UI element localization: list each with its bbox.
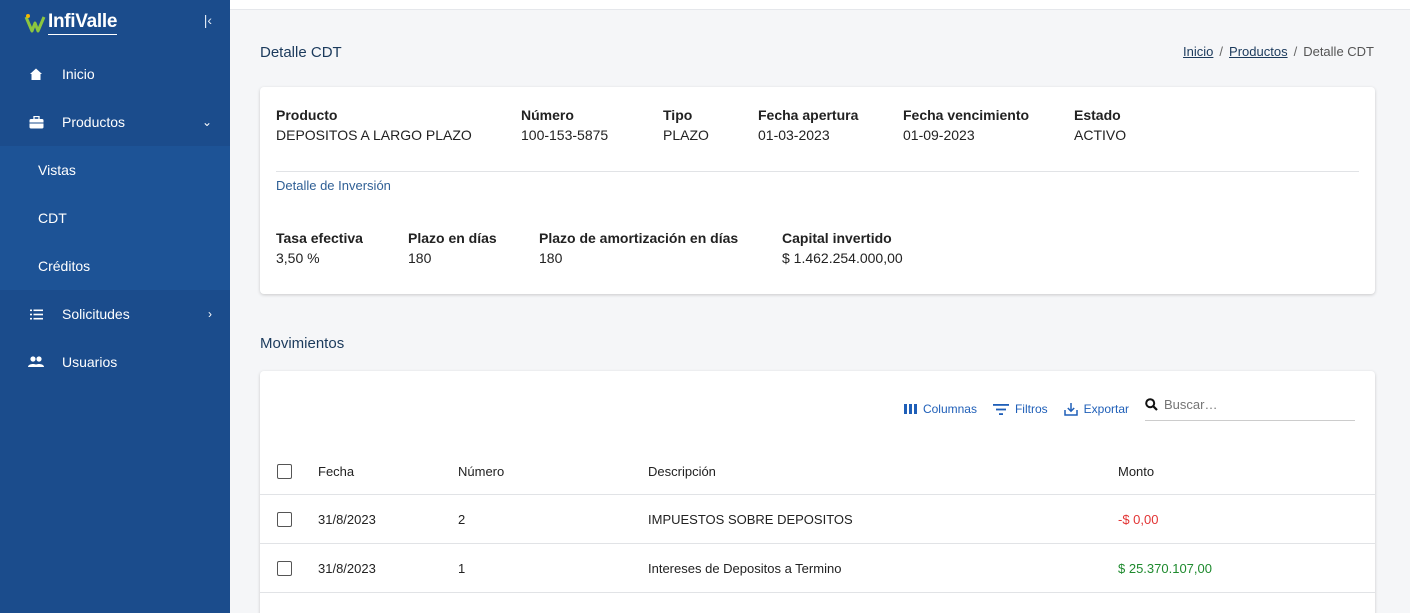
sidebar-subitem-vistas[interactable]: Vistas — [0, 146, 230, 194]
row-checkbox[interactable] — [277, 560, 292, 576]
cell-monto: -$ 0,00 — [1118, 511, 1159, 527]
breadcrumb-current: Detalle CDT — [1303, 44, 1374, 59]
breadcrumb-separator: / — [1219, 44, 1224, 59]
columns-label: Columnas — [922, 402, 977, 416]
field-value: 180 — [539, 250, 563, 266]
search-box — [1145, 397, 1355, 421]
field-label: Capital invertido — [782, 230, 892, 246]
cell-descripcion: IMPUESTOS SOBRE DEPOSITOS — [648, 511, 853, 527]
chevron-right-icon: › — [208, 307, 212, 321]
field-producto: Producto DEPOSITOS A LARGO PLAZO — [276, 107, 472, 143]
users-icon — [28, 354, 44, 370]
top-bar — [230, 0, 1410, 10]
select-all-checkbox[interactable] — [277, 464, 292, 479]
sidebar-item-label: Usuarios — [62, 354, 118, 370]
field-fecha-vencimiento: Fecha vencimiento 01-09-2023 — [903, 107, 1029, 143]
field-value: DEPOSITOS A LARGO PLAZO — [276, 127, 472, 143]
export-button[interactable]: Exportar — [1063, 402, 1129, 416]
field-value: PLAZO — [663, 127, 709, 143]
breadcrumb-link-inicio[interactable]: Inicio — [1183, 44, 1213, 59]
briefcase-icon — [28, 114, 44, 130]
field-label: Estado — [1074, 107, 1121, 123]
download-icon — [1063, 402, 1078, 416]
sidebar-item-label: Inicio — [62, 66, 95, 82]
table-toolbar: Columnas Filtros Exportar — [888, 397, 1355, 421]
field-value: ACTIVO — [1074, 127, 1127, 143]
cell-numero: 1 — [458, 560, 466, 576]
investment-section-title: Detalle de Inversión — [276, 178, 391, 193]
table-header: Fecha Número Descripción Monto — [260, 449, 1375, 495]
list-icon — [28, 306, 44, 322]
table-row[interactable]: 31/8/2023 2 IMPUESTOS SOBRE DEPOSITOS -$… — [260, 495, 1375, 544]
cell-fecha: 31/8/2023 — [318, 511, 376, 527]
column-header-monto[interactable]: Monto — [1118, 464, 1154, 479]
sidebar-item-productos[interactable]: Productos ⌄ — [0, 98, 230, 146]
field-value: 01-03-2023 — [758, 127, 830, 143]
field-label: Número — [521, 107, 574, 123]
field-label: Fecha apertura — [758, 107, 859, 123]
divider — [276, 171, 1359, 172]
field-value: 3,50 % — [276, 250, 320, 266]
sidebar-subitem-cdt[interactable]: CDT — [0, 194, 230, 242]
cell-descripcion: Intereses de Depositos a Termino — [648, 560, 842, 576]
filter-icon — [992, 403, 1009, 415]
column-header-fecha[interactable]: Fecha — [318, 464, 354, 479]
columns-icon — [903, 404, 917, 414]
field-label: Tasa efectiva — [276, 230, 363, 246]
movements-title: Movimientos — [260, 335, 345, 352]
breadcrumb-link-productos[interactable]: Productos — [1229, 44, 1288, 59]
sidebar-item-solicitudes[interactable]: Solicitudes › — [0, 290, 230, 338]
movements-table: Columnas Filtros Exportar Fecha Número D… — [260, 371, 1375, 613]
field-value: 100-153-5875 — [521, 127, 609, 143]
cell-fecha: 31/8/2023 — [318, 560, 376, 576]
search-input[interactable] — [1164, 397, 1344, 412]
sidebar-item-inicio[interactable]: Inicio — [0, 50, 230, 98]
column-header-descripcion[interactable]: Descripción — [648, 464, 716, 479]
breadcrumb: Inicio / Productos / Detalle CDT — [1183, 44, 1374, 59]
field-estado: Estado ACTIVO — [1074, 107, 1126, 143]
logo[interactable]: InfiValle — [24, 11, 117, 35]
productos-submenu: Vistas CDT Créditos — [0, 146, 230, 290]
filters-button[interactable]: Filtros — [992, 402, 1048, 416]
collapse-sidebar-icon[interactable]: |‹ — [204, 12, 212, 28]
field-capital-invertido: Capital invertido $ 1.462.254.000,00 — [782, 230, 903, 266]
field-plazo-amortizacion: Plazo de amortización en días 180 — [539, 230, 738, 266]
column-header-numero[interactable]: Número — [458, 464, 504, 479]
table-row[interactable]: 31/8/2023 1 Intereses de Depositos a Ter… — [260, 544, 1375, 593]
cdt-detail-card: Producto DEPOSITOS A LARGO PLAZO Número … — [260, 87, 1375, 294]
field-tipo: Tipo PLAZO — [663, 107, 709, 143]
field-label: Producto — [276, 107, 338, 123]
field-label: Plazo en días — [408, 230, 497, 246]
field-value: 01-09-2023 — [903, 127, 975, 143]
sidebar: InfiValle |‹ Inicio Productos ⌄ Vistas C… — [0, 0, 230, 613]
field-plazo-dias: Plazo en días 180 — [408, 230, 497, 266]
sidebar-item-label: Solicitudes — [62, 306, 130, 322]
sidebar-item-usuarios[interactable]: Usuarios — [0, 338, 230, 386]
field-fecha-apertura: Fecha apertura 01-03-2023 — [758, 107, 858, 143]
field-numero: Número 100-153-5875 — [521, 107, 608, 143]
chevron-down-icon: ⌄ — [201, 115, 212, 129]
logo-row: InfiValle |‹ — [0, 0, 230, 46]
field-label: Plazo de amortización en días — [539, 230, 739, 246]
cell-numero: 2 — [458, 511, 466, 527]
filters-label: Filtros — [1014, 402, 1048, 416]
field-label: Tipo — [663, 107, 693, 123]
field-value: 180 — [408, 250, 432, 266]
row-checkbox[interactable] — [277, 511, 292, 527]
cell-monto: $ 25.370.107,00 — [1118, 560, 1212, 576]
columns-button[interactable]: Columnas — [903, 402, 977, 416]
logo-text: InfiValle — [48, 11, 117, 35]
sidebar-item-label: Productos — [62, 114, 126, 130]
logo-leaf-icon — [24, 14, 46, 33]
breadcrumb-separator: / — [1293, 44, 1298, 59]
field-label: Fecha vencimiento — [903, 107, 1030, 123]
search-icon — [1145, 398, 1158, 411]
export-label: Exportar — [1083, 402, 1129, 416]
field-value: $ 1.462.254.000,00 — [782, 250, 903, 266]
home-icon — [28, 66, 44, 82]
sidebar-subitem-creditos[interactable]: Créditos — [0, 242, 230, 290]
page-title: Detalle CDT — [260, 44, 342, 61]
field-tasa-efectiva: Tasa efectiva 3,50 % — [276, 230, 363, 266]
